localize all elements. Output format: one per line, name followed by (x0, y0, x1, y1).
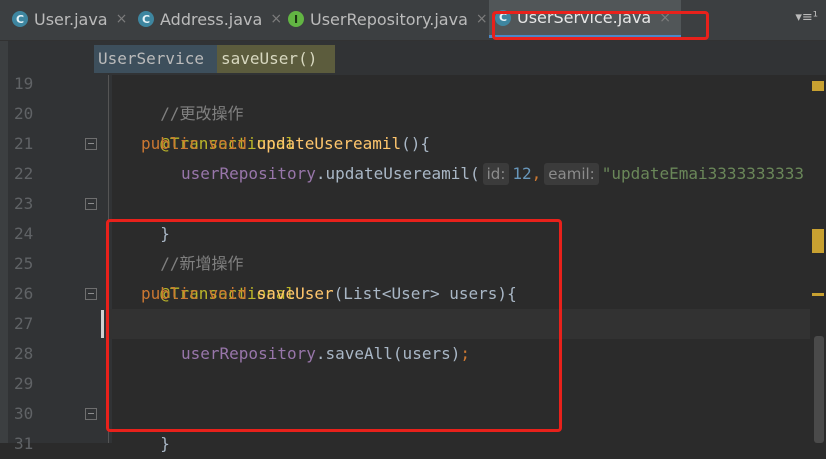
tab-list-menu-icon[interactable]: ▾≡¹ (795, 10, 818, 25)
line-number: 22 (14, 164, 34, 183)
line-number: 29 (14, 374, 34, 393)
highlight-box-tab (492, 11, 709, 40)
parameter-hint: eamil: (544, 163, 599, 185)
keyword: void (208, 134, 247, 153)
closing-brace: } (160, 434, 170, 453)
fold-marker-icon[interactable] (85, 408, 97, 420)
line-number: 30 (14, 404, 34, 423)
close-icon[interactable]: × (476, 11, 488, 27)
fold-marker-icon[interactable] (85, 198, 97, 210)
string-literal: "updateEmai3333333333 (601, 164, 804, 183)
line-number: 28 (14, 344, 34, 363)
code-text: (){ (401, 134, 431, 153)
keyword: public (141, 134, 199, 153)
code-text: , (531, 164, 542, 183)
warning-marker[interactable] (812, 81, 824, 91)
line-number: 21 (14, 134, 34, 153)
tab-label: UserRepository.java (310, 9, 468, 29)
class-file-icon: C (138, 11, 154, 27)
warning-marker[interactable] (812, 229, 824, 253)
highlight-box-method (106, 219, 562, 432)
tab-label: User.java (34, 9, 108, 29)
close-icon[interactable]: × (270, 11, 282, 27)
line-number: 20 (14, 104, 34, 123)
interface-file-icon: I (288, 11, 304, 27)
tab-user-java[interactable]: C User.java × (12, 0, 127, 38)
left-tool-strip (0, 41, 8, 443)
class-file-icon: C (12, 11, 28, 27)
code-line-22[interactable]: userRepository.updateUsereamil(id: 12, eam… (181, 159, 804, 189)
line-number: 19 (14, 74, 34, 93)
method-name: updateUsereamil (256, 134, 402, 153)
line-number: 27 (14, 314, 34, 333)
line-number: 26 (14, 284, 34, 303)
code-line-20[interactable]: @Transactional (141, 99, 295, 153)
line-number: 24 (14, 224, 34, 243)
code-line-19[interactable]: //更改操作 (141, 69, 243, 123)
tab-address-java[interactable]: C Address.java × (138, 0, 282, 38)
line-number: 23 (14, 194, 34, 213)
line-number: 31 (14, 434, 34, 453)
parameter-hint: id: (482, 163, 510, 185)
text-caret (101, 310, 104, 338)
tab-label: Address.java (160, 9, 263, 29)
code-line-21[interactable]: public void updateUsereamil(){ (141, 129, 430, 159)
field-reference: userRepository (181, 164, 316, 183)
close-icon[interactable]: × (116, 11, 128, 27)
fold-marker-icon[interactable] (85, 138, 97, 150)
fold-marker-icon[interactable] (85, 288, 97, 300)
breadcrumb: UserService saveUser() (0, 41, 826, 75)
scrollbar-thumb[interactable] (814, 336, 824, 443)
number-literal: 12 (512, 164, 532, 183)
warning-marker[interactable] (812, 293, 824, 296)
line-number: 25 (14, 254, 34, 273)
code-text: .updateUsereamil( (315, 164, 480, 183)
code-line-23[interactable]: } (141, 189, 170, 243)
tab-userrepository-java[interactable]: I UserRepository.java × (288, 0, 488, 38)
